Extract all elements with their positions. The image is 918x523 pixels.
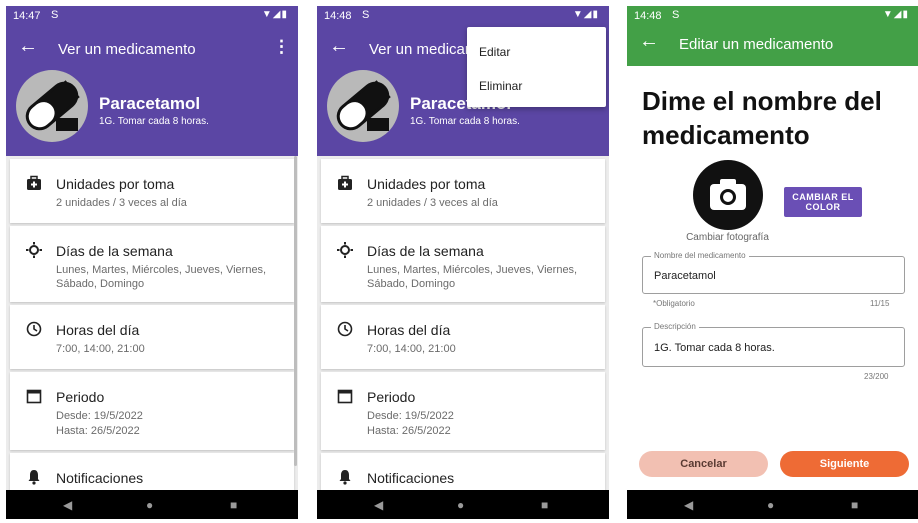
scrollbar[interactable] xyxy=(294,156,297,466)
status-time: 14:48 xyxy=(324,10,352,22)
back-arrow-icon[interactable]: ← xyxy=(18,35,38,58)
sim-icon: S xyxy=(672,9,680,21)
card-hours-of-day[interactable]: Horas del día 7:00, 14:00, 21:00 xyxy=(10,305,294,369)
card-units-per-dose[interactable]: Unidades por toma 2 unidades / 3 veces a… xyxy=(10,159,294,223)
app-bar: ← Ver un medicamento ⋮ xyxy=(6,26,298,74)
card-subtitle: 7:00, 14:00, 21:00 xyxy=(367,343,456,355)
signal-battery-icon: ▼◢▮ xyxy=(261,9,288,20)
nav-back-icon[interactable]: ◀ xyxy=(63,498,72,512)
pill-icon xyxy=(327,70,399,142)
calendar-icon xyxy=(26,389,42,404)
card-title: Notificaciones xyxy=(56,470,144,486)
card-subtitle-to: Hasta: 26/5/2022 xyxy=(367,425,451,437)
description-field[interactable]: Descripción 1G. Tomar cada 8 horas. xyxy=(642,322,905,367)
menu-item-edit[interactable]: Editar xyxy=(479,45,510,59)
card-title: Notificaciones xyxy=(367,470,455,486)
back-arrow-icon[interactable]: ← xyxy=(639,30,659,53)
screen-view-medication-menu: 14:48 S ▼◢▮ ← Ver un medicamento Paracet… xyxy=(317,6,609,519)
field-value: Paracetamol xyxy=(654,270,716,282)
screen-view-medication: 14:47 S ▼◢▮ ← Ver un medicamento ⋮ Parac… xyxy=(6,6,298,519)
status-bar: 14:48 S ▼◢▮ xyxy=(317,6,609,26)
clock-icon xyxy=(26,321,42,337)
step-heading: Dime el nombre del medicamento xyxy=(642,86,882,150)
card-title: Periodo xyxy=(56,389,105,405)
card-title: Días de la semana xyxy=(367,243,484,259)
card-subtitle: 7:00, 14:00, 21:00 xyxy=(56,343,145,355)
bell-icon xyxy=(339,470,351,485)
app-bar: ← Editar un medicamento xyxy=(627,24,918,64)
next-button[interactable]: Siguiente xyxy=(780,451,909,477)
field-label: Descripción xyxy=(651,322,699,331)
sim-icon: S xyxy=(51,9,59,21)
card-title: Unidades por toma xyxy=(56,176,175,192)
card-title: Horas del día xyxy=(56,322,140,338)
overflow-menu-icon[interactable]: ⋮ xyxy=(273,37,290,57)
field-value: 1G. Tomar cada 8 horas. xyxy=(654,342,775,354)
card-hours-of-day[interactable]: Horas del día 7:00, 14:00, 21:00 xyxy=(321,305,605,369)
medication-description: 1G. Tomar cada 8 horas. xyxy=(99,116,209,127)
card-subtitle: 2 unidades / 3 veces al día xyxy=(367,197,498,209)
medication-header: 14:47 S ▼◢▮ ← Ver un medicamento ⋮ Parac… xyxy=(6,6,298,156)
status-time: 14:47 xyxy=(13,10,41,22)
card-period[interactable]: Periodo Desde: 19/5/2022 Hasta: 26/5/202… xyxy=(321,372,605,450)
page-title: Ver un medicamento xyxy=(58,41,196,58)
status-bar: 14:47 S ▼◢▮ xyxy=(6,6,298,26)
nav-home-icon[interactable]: ● xyxy=(146,498,153,512)
system-nav-bar: ◀ ● ■ xyxy=(317,490,609,519)
overflow-menu: Editar Eliminar xyxy=(467,27,606,107)
signal-battery-icon: ▼◢▮ xyxy=(572,9,599,20)
card-subtitle: 2 unidades / 3 veces al día xyxy=(56,197,187,209)
page-title: Editar un medicamento xyxy=(679,36,834,53)
signal-battery-icon: ▼◢▮ xyxy=(882,9,909,20)
card-subtitle: Lunes, Martes, Miércoles, Jueves, Vierne… xyxy=(367,264,578,290)
card-subtitle: Lunes, Martes, Miércoles, Jueves, Vierne… xyxy=(56,264,267,290)
name-char-counter: 11/15 xyxy=(870,299,890,308)
description-char-counter: 23/200 xyxy=(864,372,889,381)
calendar-icon xyxy=(337,389,353,404)
card-subtitle-from: Desde: 19/5/2022 xyxy=(56,410,143,422)
nav-home-icon[interactable]: ● xyxy=(767,498,774,512)
nav-back-icon[interactable]: ◀ xyxy=(684,498,693,512)
nav-home-icon[interactable]: ● xyxy=(457,498,464,512)
change-color-button[interactable]: CAMBIAR EL COLOR xyxy=(784,187,862,217)
card-subtitle-from: Desde: 19/5/2022 xyxy=(367,410,454,422)
sun-icon xyxy=(26,242,42,258)
field-label: Nombre del medicamento xyxy=(651,251,749,260)
status-time: 14:48 xyxy=(634,10,662,22)
bell-icon xyxy=(28,470,40,485)
required-helper: *Obligatorio xyxy=(653,299,695,308)
medication-name-field[interactable]: Nombre del medicamento Paracetamol xyxy=(642,251,905,294)
back-arrow-icon[interactable]: ← xyxy=(329,35,349,58)
card-title: Unidades por toma xyxy=(367,176,486,192)
nav-back-icon[interactable]: ◀ xyxy=(374,498,383,512)
camera-icon[interactable] xyxy=(693,160,763,230)
card-days-of-week[interactable]: Días de la semana Lunes, Martes, Miércol… xyxy=(10,226,294,302)
card-title: Días de la semana xyxy=(56,243,173,259)
nav-recent-icon[interactable]: ■ xyxy=(230,498,237,512)
sun-icon xyxy=(337,242,353,258)
nav-recent-icon[interactable]: ■ xyxy=(541,498,548,512)
sim-icon: S xyxy=(362,9,370,21)
card-period[interactable]: Periodo Desde: 19/5/2022 Hasta: 26/5/202… xyxy=(10,372,294,450)
card-title: Horas del día xyxy=(367,322,451,338)
status-bar: 14:48 S ▼◢▮ xyxy=(627,6,918,26)
clock-icon xyxy=(337,321,353,337)
cancel-button[interactable]: Cancelar xyxy=(639,451,768,477)
medication-description: 1G. Tomar cada 8 horas. xyxy=(410,116,520,127)
screen-edit-medication: 14:48 S ▼◢▮ ← Editar un medicamento Dime… xyxy=(627,6,918,519)
medical-bag-icon xyxy=(338,175,352,190)
change-photo-label[interactable]: Cambiar fotografía xyxy=(675,232,780,243)
card-days-of-week[interactable]: Días de la semana Lunes, Martes, Miércol… xyxy=(321,226,605,302)
system-nav-bar: ◀ ● ■ xyxy=(6,490,298,519)
pill-icon xyxy=(16,70,88,142)
medical-bag-icon xyxy=(27,175,41,190)
app-bar-container: 14:48 S ▼◢▮ ← Editar un medicamento xyxy=(627,6,918,66)
nav-recent-icon[interactable]: ■ xyxy=(851,498,858,512)
card-subtitle-to: Hasta: 26/5/2022 xyxy=(56,425,140,437)
medication-name: Paracetamol xyxy=(99,94,201,113)
system-nav-bar: ◀ ● ■ xyxy=(627,490,918,519)
card-title: Periodo xyxy=(367,389,416,405)
menu-item-delete[interactable]: Eliminar xyxy=(479,79,522,93)
card-units-per-dose[interactable]: Unidades por toma 2 unidades / 3 veces a… xyxy=(321,159,605,223)
